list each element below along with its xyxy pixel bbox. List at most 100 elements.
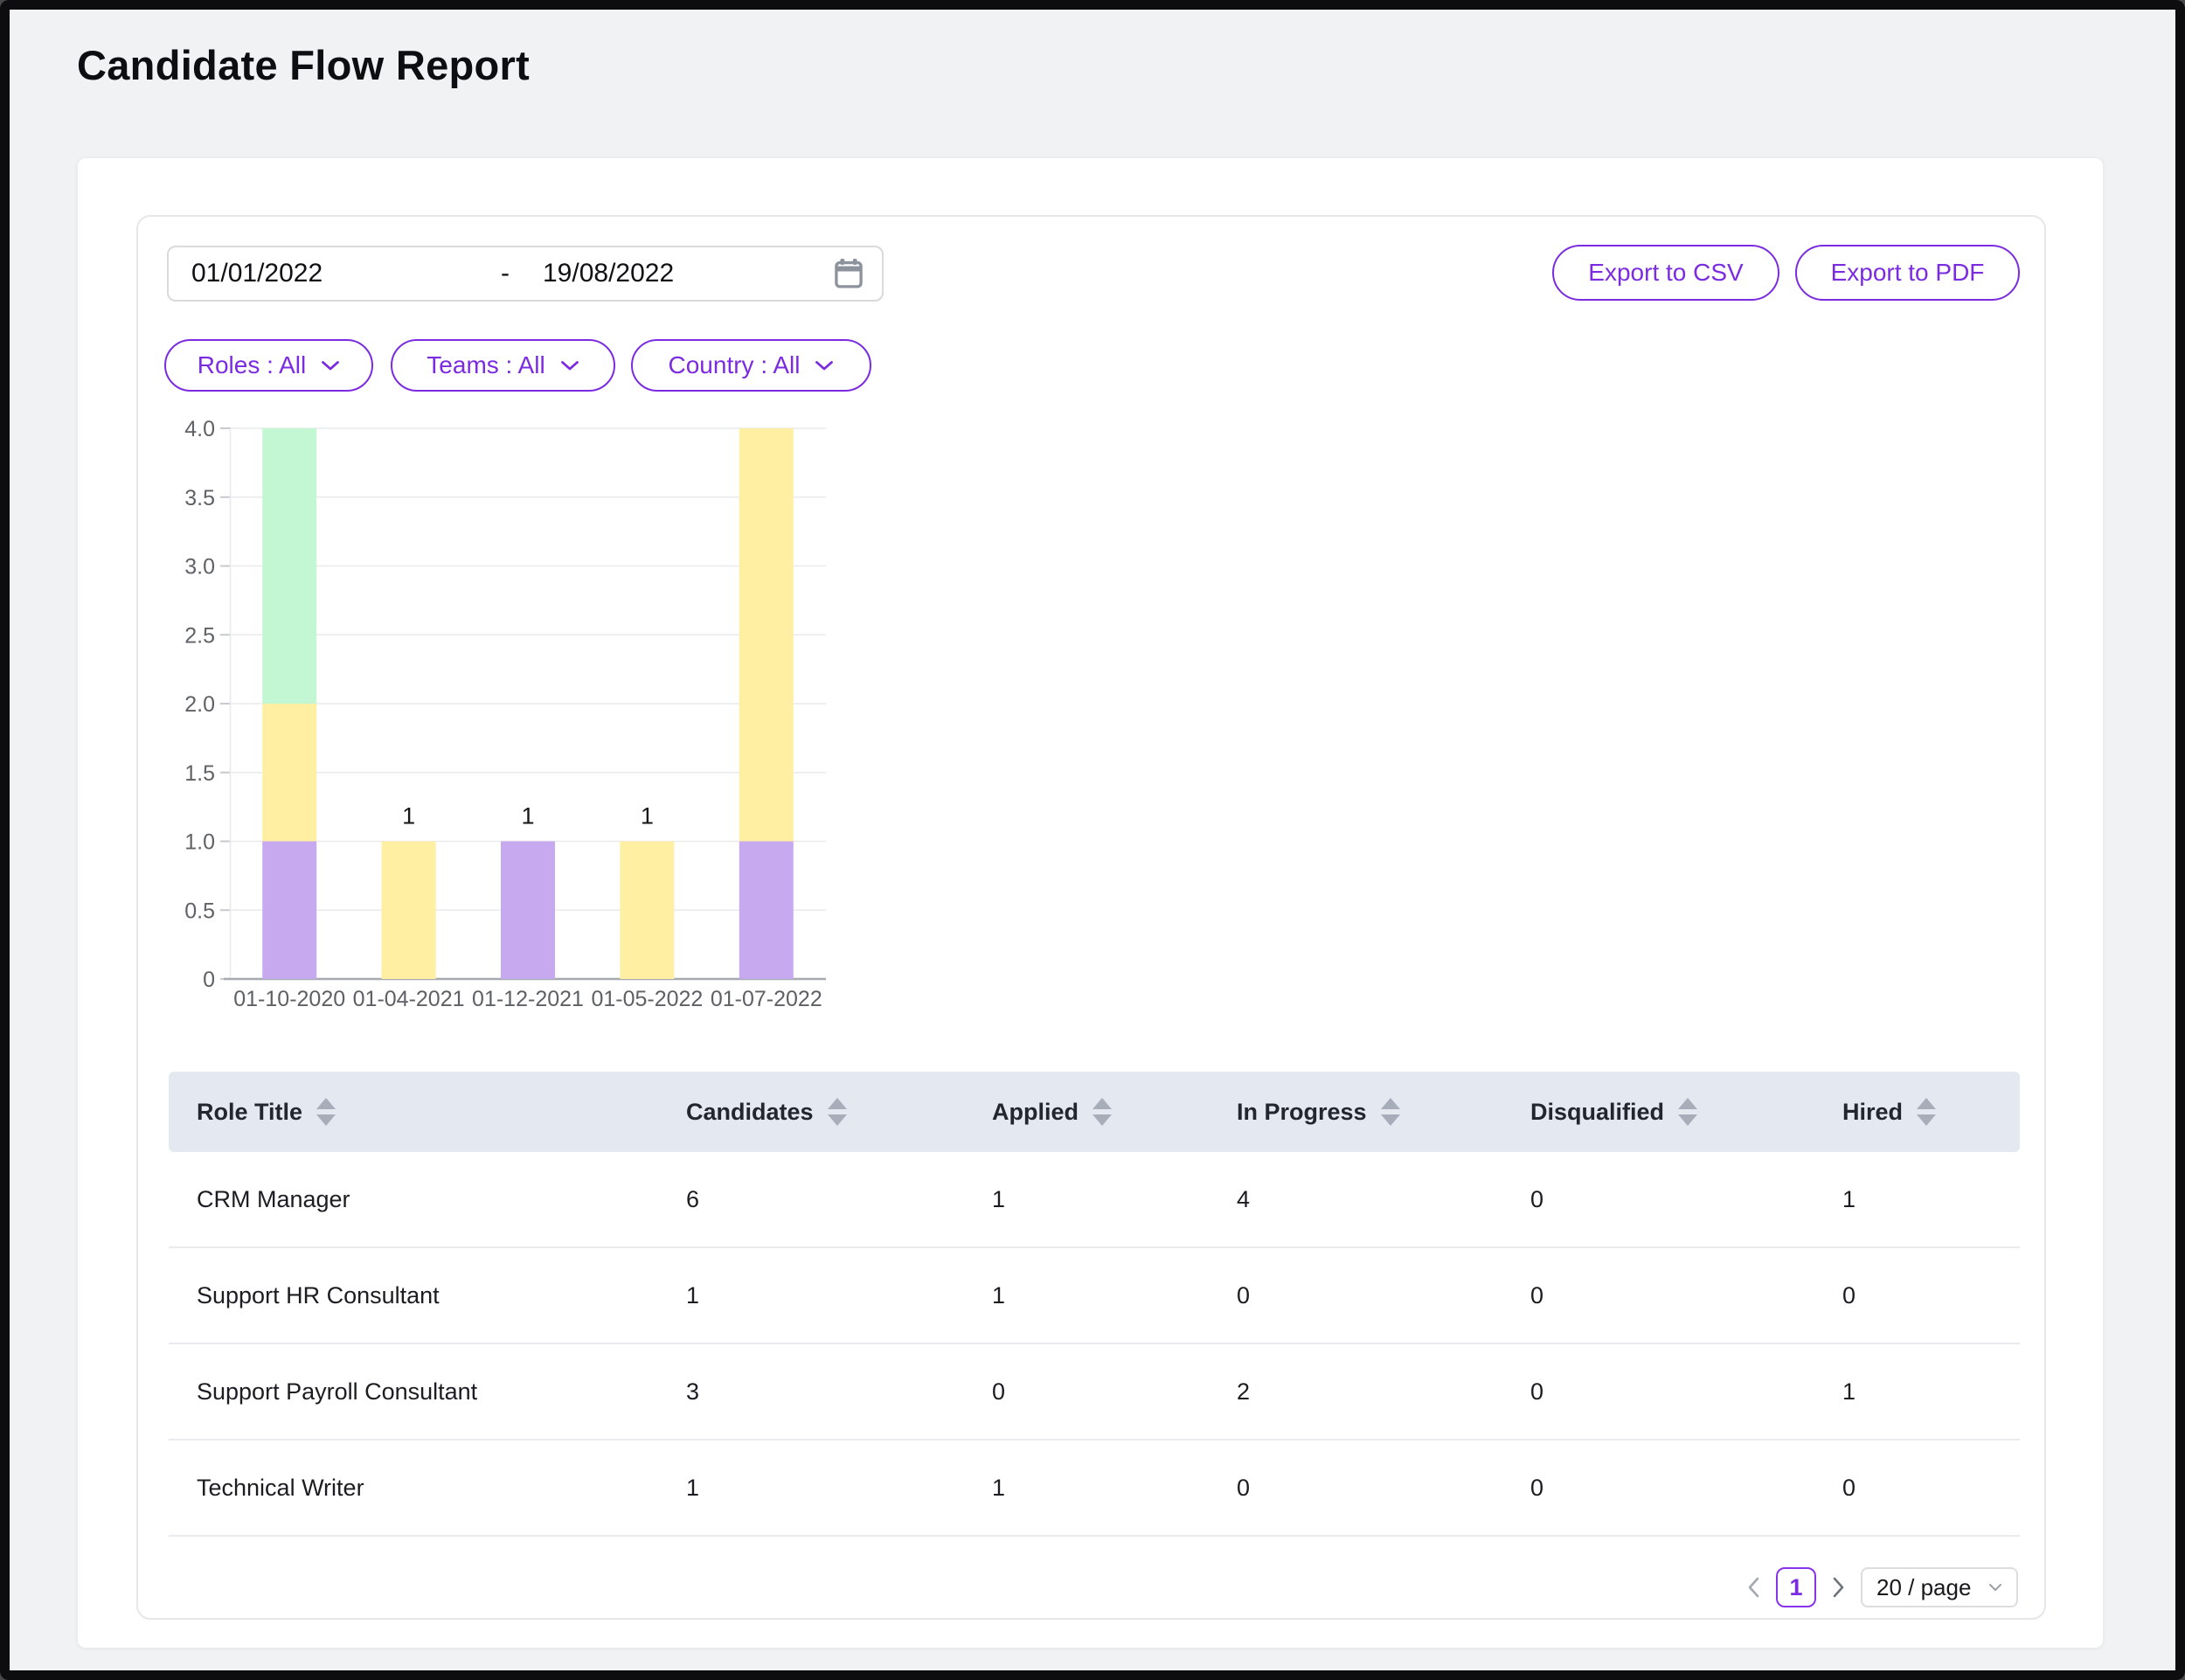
pagination: 1 20 / page (1747, 1567, 2018, 1607)
x-tick-label: 01-10-2020 (233, 987, 345, 1011)
teams-filter[interactable]: Teams : All (391, 339, 615, 392)
report-card: 01/01/2022 - 19/08/2022 Export to CSV Ex… (77, 157, 2104, 1649)
x-tick-label: 01-12-2021 (472, 987, 584, 1011)
value-cell: 0 (1530, 1186, 1842, 1213)
y-tick-label: 2.0 (184, 692, 215, 717)
column-header-in-progress[interactable]: In Progress (1237, 1098, 1530, 1127)
value-cell: 1 (686, 1282, 992, 1309)
table-row: CRM Manager61401 (169, 1152, 2020, 1248)
report-panel: 01/01/2022 - 19/08/2022 Export to CSV Ex… (136, 215, 2046, 1620)
candidate-flow-report-screen: Candidate Flow Report 01/01/2022 - 19/08… (0, 0, 2185, 1680)
y-tick-label: 2.5 (184, 623, 215, 648)
value-cell: 0 (1237, 1282, 1530, 1309)
page-size-select[interactable]: 20 / page (1861, 1567, 2018, 1607)
sort-icon[interactable] (828, 1098, 847, 1127)
value-cell: 0 (1530, 1378, 1842, 1406)
chevron-down-icon (1988, 1583, 2002, 1592)
country-filter[interactable]: Country : All (631, 339, 871, 392)
role-title-cell: CRM Manager (197, 1186, 686, 1213)
bar-segment-purple[interactable] (262, 842, 316, 980)
sort-icon[interactable] (316, 1098, 336, 1127)
x-tick-label: 01-07-2022 (711, 987, 822, 1011)
x-tick-label: 01-04-2021 (353, 987, 465, 1011)
value-cell: 2 (1237, 1378, 1530, 1406)
value-cell: 1 (686, 1475, 992, 1502)
y-tick-label: 3.5 (184, 486, 215, 510)
role-title-cell: Support HR Consultant (197, 1282, 686, 1309)
value-cell: 1 (992, 1186, 1237, 1213)
role-title-cell: Support Payroll Consultant (197, 1378, 686, 1406)
bar-segment-yellow[interactable] (262, 704, 316, 842)
column-header-role-title[interactable]: Role Title (197, 1098, 686, 1127)
bar-value-label: 1 (641, 803, 654, 830)
table-row: Technical Writer11000 (169, 1440, 2020, 1537)
value-cell: 0 (992, 1378, 1237, 1406)
date-range-input[interactable]: 01/01/2022 - 19/08/2022 (167, 246, 884, 302)
next-page-button[interactable] (1832, 1576, 1845, 1599)
bar-value-label: 1 (402, 803, 415, 830)
teams-filter-label: Teams : All (427, 351, 545, 379)
country-filter-label: Country : All (669, 351, 801, 379)
export-csv-label: Export to CSV (1588, 259, 1743, 287)
y-tick-label: 1.5 (184, 761, 215, 786)
bar-segment-purple[interactable] (501, 842, 555, 980)
date-end-value[interactable]: 19/08/2022 (543, 259, 674, 288)
roles-filter[interactable]: Roles : All (164, 339, 373, 392)
page-number: 1 (1789, 1574, 1802, 1601)
column-header-applied[interactable]: Applied (992, 1098, 1237, 1127)
export-pdf-button[interactable]: Export to PDF (1795, 245, 2020, 301)
chevron-left-icon (1747, 1576, 1760, 1599)
value-cell: 1 (1842, 1186, 2020, 1213)
export-pdf-label: Export to PDF (1831, 259, 1985, 287)
bar-segment-yellow[interactable] (382, 842, 436, 980)
value-cell: 0 (1237, 1475, 1530, 1502)
export-csv-button[interactable]: Export to CSV (1552, 245, 1779, 301)
roles-filter-label: Roles : All (198, 351, 307, 379)
y-tick-label: 4.0 (184, 417, 215, 441)
column-label: Applied (992, 1099, 1079, 1126)
sort-icon[interactable] (1917, 1098, 1936, 1127)
bar-segment-yellow[interactable] (620, 842, 674, 980)
value-cell: 0 (1842, 1475, 2020, 1502)
y-tick-label: 0 (203, 968, 215, 992)
chevron-down-icon (815, 360, 834, 371)
value-cell: 1 (1842, 1378, 2020, 1406)
column-header-hired[interactable]: Hired (1842, 1098, 2020, 1127)
page-number-button[interactable]: 1 (1776, 1567, 1816, 1607)
sort-icon[interactable] (1092, 1098, 1112, 1127)
bar-value-label: 1 (521, 803, 534, 830)
sort-icon[interactable] (1678, 1098, 1697, 1127)
value-cell: 3 (686, 1378, 992, 1406)
page-size-value: 20 / page (1876, 1574, 1971, 1601)
bar-segment-purple[interactable] (739, 842, 794, 980)
previous-page-button[interactable] (1747, 1576, 1760, 1599)
value-cell: 6 (686, 1186, 992, 1213)
y-tick-label: 0.5 (184, 899, 215, 923)
table-row: Support HR Consultant11000 (169, 1248, 2020, 1344)
table-row: Support Payroll Consultant30201 (169, 1344, 2020, 1440)
bar-segment-yellow[interactable] (739, 428, 794, 842)
date-start-value[interactable]: 01/01/2022 (191, 259, 323, 288)
calendar-icon[interactable] (833, 257, 864, 290)
table-body: CRM Manager61401Support HR Consultant110… (169, 1152, 2020, 1537)
column-label: Candidates (686, 1099, 814, 1126)
sort-icon[interactable] (1381, 1098, 1400, 1127)
column-label: Role Title (197, 1099, 302, 1126)
x-tick-label: 01-05-2022 (591, 987, 703, 1011)
value-cell: 0 (1530, 1282, 1842, 1309)
role-title-cell: Technical Writer (197, 1475, 686, 1502)
column-label: Hired (1842, 1099, 1903, 1126)
value-cell: 1 (992, 1475, 1237, 1502)
candidate-flow-chart: 4.0 3.5 3.0 2.5 2.0 1.5 1.0 0.5 0 01-10-2020 1 01-0… (147, 405, 864, 1025)
chevron-down-icon (321, 360, 340, 371)
column-header-candidates[interactable]: Candidates (686, 1098, 992, 1127)
column-header-disqualified[interactable]: Disqualified (1530, 1098, 1842, 1127)
value-cell: 0 (1530, 1475, 1842, 1502)
chevron-right-icon (1832, 1576, 1845, 1599)
column-label: In Progress (1237, 1099, 1367, 1126)
value-cell: 0 (1842, 1282, 2020, 1309)
y-tick-label: 1.0 (184, 830, 215, 855)
chevron-down-icon (560, 360, 579, 371)
y-tick-label: 3.0 (184, 555, 215, 580)
bar-segment-green[interactable] (262, 428, 316, 704)
